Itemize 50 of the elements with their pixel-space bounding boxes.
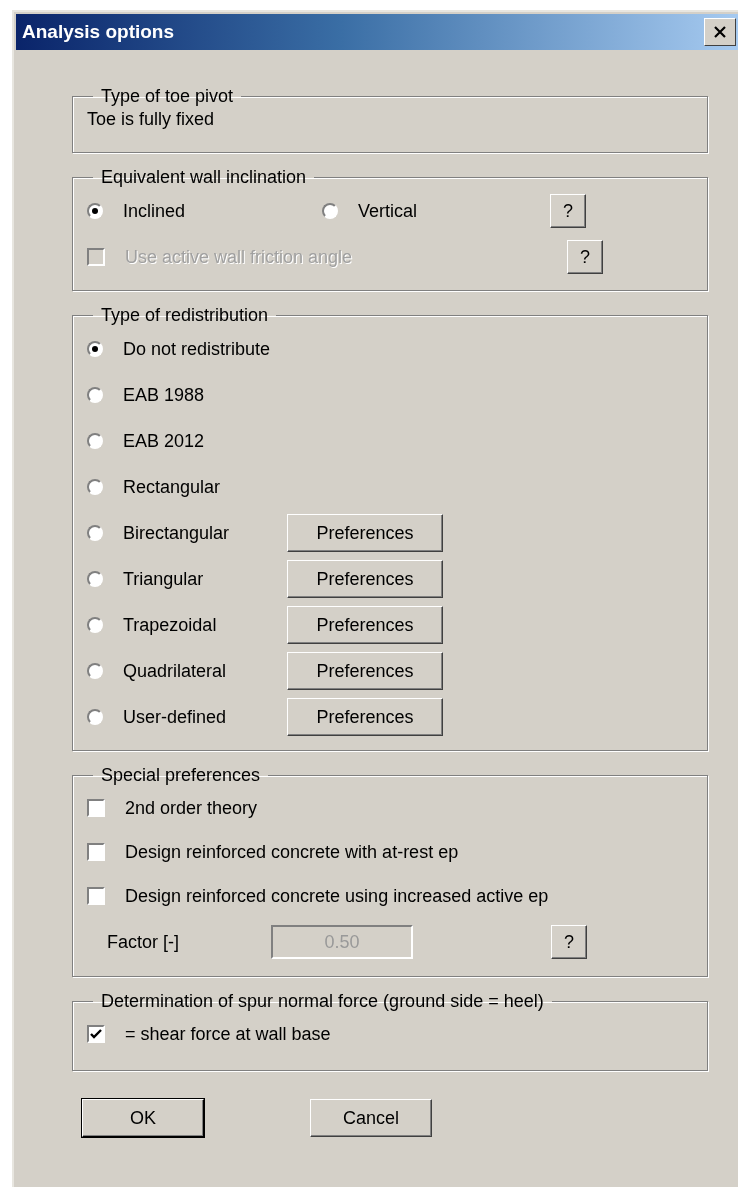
help-button[interactable]: ? [551, 925, 587, 959]
radio-button[interactable] [87, 617, 103, 633]
close-button[interactable] [704, 18, 736, 46]
radio-button[interactable] [87, 709, 103, 725]
radio-label: Triangular [123, 568, 205, 590]
group-title: Type of redistribution [100, 305, 270, 326]
checkbox[interactable] [87, 799, 105, 817]
cancel-button[interactable]: Cancel [310, 1099, 432, 1137]
radio-button[interactable] [87, 203, 103, 219]
group-title: Type of toe pivot [100, 86, 235, 107]
radio-button[interactable] [87, 433, 103, 449]
radio-label: Vertical [358, 200, 418, 222]
checkbox[interactable] [87, 843, 105, 861]
checkbox-label: Design reinforced concrete with at-rest ep [125, 841, 459, 863]
preferences-button[interactable]: Preferences [287, 698, 443, 736]
radio-button[interactable] [87, 387, 103, 403]
checkbox-label: Design reinforced concrete using increased active ep [125, 885, 549, 907]
radio-label: Rectangular [123, 476, 222, 498]
radio-label: Do not redistribute [123, 338, 272, 360]
radio-label: EAB 2012 [123, 430, 206, 452]
pivot-text: Toe is fully fixed [87, 108, 216, 130]
preferences-button[interactable]: Preferences [287, 652, 443, 690]
radio-label: User-defined [123, 706, 228, 728]
close-icon [713, 26, 727, 38]
window-title: Analysis options [22, 21, 175, 43]
factor-label: Factor [-] [107, 931, 180, 953]
radio-button[interactable] [87, 525, 103, 541]
ok-button[interactable]: OK [82, 1099, 204, 1137]
checkbox-label: 2nd order theory [125, 797, 258, 819]
radio-label: Birectangular [123, 522, 231, 544]
checkbox[interactable] [87, 1025, 105, 1043]
radio-label: EAB 1988 [123, 384, 206, 406]
group-title: Determination of spur normal force (ground side = heel) [100, 991, 545, 1012]
preferences-button[interactable]: Preferences [287, 560, 443, 598]
group-title: Equivalent wall inclination [100, 167, 308, 188]
checkbox-label: = shear force at wall base [125, 1023, 331, 1045]
checkbox[interactable] [87, 887, 105, 905]
radio-button[interactable] [87, 663, 103, 679]
radio-label: Trapezoidal [123, 614, 218, 636]
radio-label: Inclined [123, 200, 186, 222]
radio-button[interactable] [87, 571, 103, 587]
radio-button[interactable] [322, 203, 338, 219]
preferences-button[interactable]: Preferences [287, 606, 443, 644]
radio-label: Quadrilateral [123, 660, 228, 682]
help-button[interactable]: ? [567, 240, 603, 274]
radio-button[interactable] [87, 479, 103, 495]
preferences-button[interactable]: Preferences [287, 514, 443, 552]
group-title: Special preferences [100, 765, 262, 786]
help-button[interactable]: ? [550, 194, 586, 228]
radio-button[interactable] [87, 341, 103, 357]
